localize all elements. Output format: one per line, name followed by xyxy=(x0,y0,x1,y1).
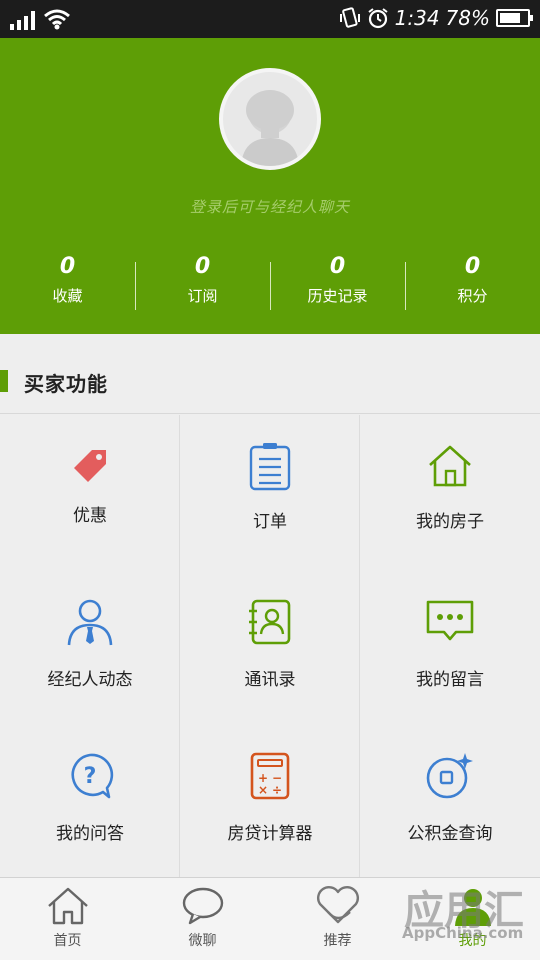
tab-label: 微聊 xyxy=(188,933,217,949)
stat-subscriptions[interactable]: 0 订阅 xyxy=(135,252,270,316)
clipboard-icon xyxy=(249,443,291,491)
avatar[interactable] xyxy=(219,68,321,170)
tab-recommend[interactable]: 推荐 xyxy=(270,878,405,960)
svg-text:×: × xyxy=(258,783,268,797)
stat-value: 0 xyxy=(329,254,346,279)
feature-label: 我的留言 xyxy=(416,670,484,690)
calculator-icon: + − × ÷ xyxy=(250,752,290,800)
contacts-icon xyxy=(249,599,291,645)
watermark-sub: AppChina.com xyxy=(402,924,524,942)
feature-label: 我的房子 xyxy=(416,512,484,532)
stat-points[interactable]: 0 积分 xyxy=(405,252,540,316)
svg-text:?: ? xyxy=(84,764,97,789)
feature-grid: 优惠 订单 我的房子 经纪人动态 通讯录 我的留言 ? 我的问答 + − × ÷… xyxy=(0,415,540,877)
login-hint[interactable]: 登录后可与经纪人聊天 xyxy=(0,196,540,217)
feature-orders[interactable]: 订单 xyxy=(180,415,360,569)
feature-discount[interactable]: 优惠 xyxy=(0,415,180,569)
signal-icon xyxy=(10,10,35,30)
feature-label: 经纪人动态 xyxy=(47,670,133,690)
default-avatar-icon xyxy=(241,90,299,166)
stat-label: 积分 xyxy=(457,287,488,305)
stat-value: 0 xyxy=(464,254,481,279)
battery-icon xyxy=(496,9,533,27)
feature-my-house[interactable]: 我的房子 xyxy=(360,415,540,569)
stat-favorites[interactable]: 0 收藏 xyxy=(0,252,135,316)
message-icon xyxy=(426,600,474,641)
tab-label: 推荐 xyxy=(323,933,352,949)
feature-label: 订单 xyxy=(253,512,287,532)
battery-percent: 78% xyxy=(445,6,490,30)
vibrate-icon xyxy=(339,7,360,28)
recommend-icon xyxy=(316,885,359,924)
feature-my-messages[interactable]: 我的留言 xyxy=(360,569,540,723)
home-icon xyxy=(47,887,88,925)
clock: 1:34 xyxy=(394,6,440,30)
profile-header: 登录后可与经纪人聊天 0 收藏 0 订阅 0 历史记录 0 积分 xyxy=(0,38,540,334)
stat-label: 收藏 xyxy=(52,287,83,305)
house-icon xyxy=(429,445,471,487)
stat-value: 0 xyxy=(59,254,76,279)
feature-agent-news[interactable]: 经纪人动态 xyxy=(0,569,180,723)
svg-text:÷: ÷ xyxy=(272,783,282,797)
status-left xyxy=(10,8,71,30)
feature-mortgage-calculator[interactable]: + − × ÷ 房贷计算器 xyxy=(180,723,360,877)
stat-label: 订阅 xyxy=(187,287,218,305)
tab-home[interactable]: 首页 xyxy=(0,878,135,960)
section-accent-bar xyxy=(0,370,8,392)
stat-label: 历史记录 xyxy=(307,287,368,305)
status-bar: 1:34 78% xyxy=(0,0,540,38)
feature-label: 我的问答 xyxy=(56,824,124,844)
stats-row: 0 收藏 0 订阅 0 历史记录 0 积分 xyxy=(0,252,540,316)
chat-icon xyxy=(182,887,223,925)
fund-query-icon xyxy=(426,753,473,799)
feature-label: 优惠 xyxy=(73,506,107,526)
watermark: 应用汇 AppChina.com xyxy=(398,878,536,948)
tab-label: 首页 xyxy=(53,933,82,949)
tag-icon xyxy=(74,450,106,482)
feature-fund-query[interactable]: 公积金查询 xyxy=(360,723,540,877)
stat-value: 0 xyxy=(194,254,211,279)
stat-history[interactable]: 0 历史记录 xyxy=(270,252,405,316)
alarm-icon xyxy=(368,8,388,29)
status-right: 1:34 78% xyxy=(339,6,533,30)
tab-chat[interactable]: 微聊 xyxy=(135,878,270,960)
agent-icon xyxy=(67,599,113,646)
wifi-icon xyxy=(44,9,70,30)
feature-label: 房贷计算器 xyxy=(227,824,313,844)
feature-label: 通讯录 xyxy=(244,670,296,690)
feature-label: 公积金查询 xyxy=(407,824,493,844)
section-title: 买家功能 xyxy=(24,372,108,396)
section-header: 买家功能 xyxy=(0,348,540,414)
battery-fill xyxy=(500,13,521,23)
feature-contacts[interactable]: 通讯录 xyxy=(180,569,360,723)
question-icon: ? xyxy=(71,753,114,799)
feature-my-qa[interactable]: ? 我的问答 xyxy=(0,723,180,877)
